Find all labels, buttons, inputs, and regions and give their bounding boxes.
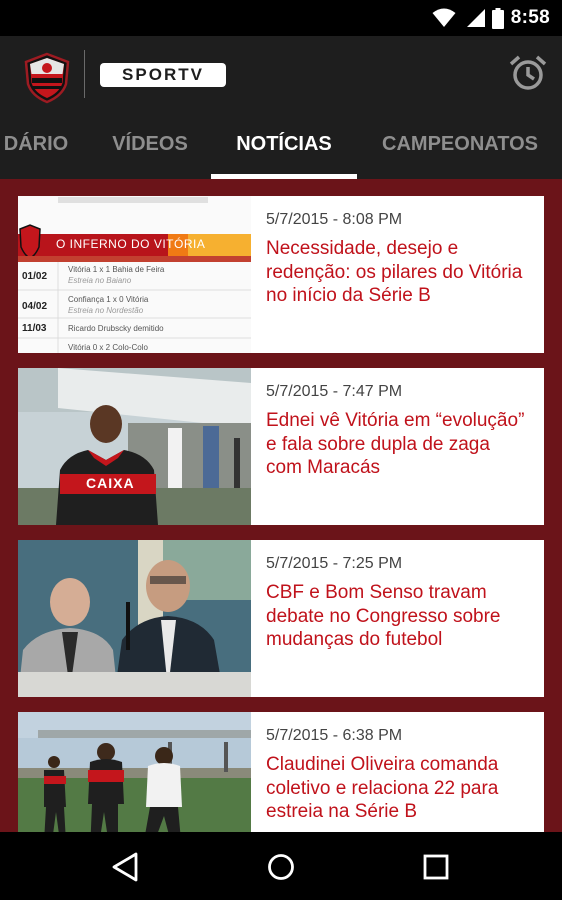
news-headline[interactable]: Necessidade, desejo e redenção: os pilar… xyxy=(266,237,531,308)
player-photo-image xyxy=(18,368,251,525)
infographic-row: Estreia no Nordestão xyxy=(68,306,144,315)
shirt-sponsor: CAIXA xyxy=(86,475,135,491)
news-card[interactable]: CAIXA 5/7/2015 - 7:47 PM Ednei vê Vitóri… xyxy=(18,368,544,525)
sportv-logo: SPORTV xyxy=(100,63,226,87)
infographic-row: 11/03 xyxy=(22,323,47,334)
news-thumbnail xyxy=(18,540,251,697)
news-card[interactable]: 5/7/2015 - 6:38 PM Claudinei Oliveira co… xyxy=(18,712,544,832)
news-thumbnail: O INFERNO DO VITÓRIA 01/02 Vitória 1 x 1… xyxy=(18,196,251,353)
news-list[interactable]: O INFERNO DO VITÓRIA 01/02 Vitória 1 x 1… xyxy=(0,179,562,832)
news-card[interactable]: O INFERNO DO VITÓRIA 01/02 Vitória 1 x 1… xyxy=(18,196,544,353)
wifi-icon xyxy=(432,8,456,27)
infographic-row: Estreia no Baiano xyxy=(68,276,132,285)
infographic-banner: O INFERNO DO VITÓRIA xyxy=(56,237,206,251)
alarm-clock-icon[interactable] xyxy=(508,54,548,94)
back-icon[interactable] xyxy=(109,850,143,884)
news-thumbnail xyxy=(18,712,251,832)
news-date: 5/7/2015 - 8:08 PM xyxy=(266,211,403,228)
clock: 8:58 xyxy=(510,7,550,28)
congress-photo-image xyxy=(18,540,251,697)
news-headline[interactable]: Claudinei Oliveira comanda coletivo e re… xyxy=(266,753,531,824)
signal-icon xyxy=(467,9,485,27)
news-date: 5/7/2015 - 6:38 PM xyxy=(266,727,403,744)
infographic-row: 04/02 xyxy=(22,301,48,312)
system-nav-bar xyxy=(0,832,562,900)
tab-bar: DÁRIO VÍDEOS NOTÍCIAS CAMPEONATOS xyxy=(0,119,562,179)
battery-icon xyxy=(492,8,504,29)
ecv-crest-icon xyxy=(24,52,70,104)
infographic-row: 01/02 xyxy=(22,271,48,282)
infographic-row: Ricardo Drubscky demitido xyxy=(68,324,164,333)
news-headline[interactable]: Ednei vê Vitória em “evolução” e fala so… xyxy=(266,409,531,480)
app-bar: SPORTV DÁRIO VÍDEOS NOTÍCIAS CAMPEONATOS xyxy=(0,36,562,179)
tab-noticias[interactable]: NOTÍCIAS xyxy=(211,119,357,179)
infographic-row: Vitória 1 x 1 Bahia de Feira xyxy=(68,265,165,274)
infographic-row: Vitória 0 x 2 Colo-Colo xyxy=(68,343,148,352)
news-card[interactable]: 5/7/2015 - 7:25 PM CBF e Bom Senso trava… xyxy=(18,540,544,697)
infographic-row: Confiança 1 x 0 Vitória xyxy=(68,295,149,304)
status-bar: 8:58 xyxy=(0,0,562,36)
news-date: 5/7/2015 - 7:47 PM xyxy=(266,383,403,400)
recents-icon[interactable] xyxy=(419,850,453,884)
news-date: 5/7/2015 - 7:25 PM xyxy=(266,555,403,572)
tab-videos[interactable]: VÍDEOS xyxy=(94,119,206,179)
training-photo-image xyxy=(18,712,251,832)
news-thumbnail: CAIXA xyxy=(18,368,251,525)
logo-divider xyxy=(84,50,85,98)
news-headline[interactable]: CBF e Bom Senso travam debate no Congres… xyxy=(266,581,531,652)
tab-campeonatos[interactable]: CAMPEONATOS xyxy=(372,119,548,179)
home-icon[interactable] xyxy=(264,850,298,884)
tab-calendario[interactable]: DÁRIO xyxy=(0,119,72,179)
